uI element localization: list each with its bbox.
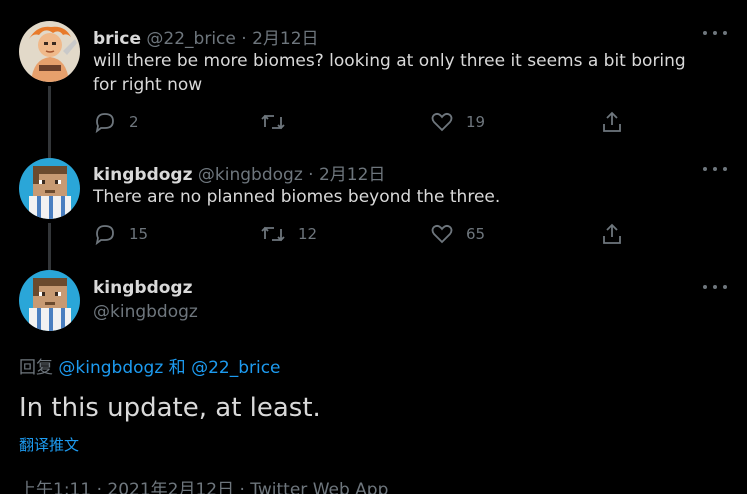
- action-bar: 15 12 65: [93, 222, 653, 246]
- tweet-header: kingbdogz @kingbdogz · 2月12日: [93, 160, 385, 185]
- share-button[interactable]: [600, 222, 624, 246]
- thread-line: [48, 223, 51, 260]
- like-icon: [431, 112, 453, 132]
- handle[interactable]: @kingbdogz: [198, 165, 303, 185]
- more-icon[interactable]: [703, 28, 727, 38]
- handle[interactable]: @kingbdogz: [93, 302, 198, 322]
- action-bar: 2 19: [93, 110, 653, 134]
- thread-line: [48, 86, 51, 150]
- avatar-kingbdogz[interactable]: [19, 270, 80, 331]
- tweet-text: There are no planned biomes beyond the t…: [93, 187, 501, 207]
- tweet-header: brice @22_brice · 2月12日: [93, 24, 319, 49]
- replying-to: 回复 @kingbdogz 和 @22_brice: [19, 353, 281, 378]
- like-button[interactable]: 19: [430, 110, 485, 134]
- like-count: 19: [466, 113, 486, 131]
- display-name[interactable]: brice: [93, 29, 141, 49]
- reply-count: 2: [129, 113, 139, 131]
- reply-button[interactable]: 2: [93, 110, 139, 134]
- reply-user-link[interactable]: @22_brice: [191, 358, 280, 378]
- like-icon: [431, 224, 453, 244]
- display-name[interactable]: kingbdogz: [93, 165, 193, 185]
- avatar-kingbdogz[interactable]: [19, 158, 80, 219]
- reply-and: 和: [168, 358, 186, 378]
- pixel-minecraft-avatar-icon: [19, 158, 80, 219]
- translate-tweet-link[interactable]: 翻译推文: [19, 434, 79, 455]
- handle[interactable]: @22_brice: [146, 29, 235, 49]
- tweet-date[interactable]: · 2月12日: [308, 165, 385, 185]
- retweet-icon: [261, 226, 285, 242]
- share-icon: [603, 111, 621, 132]
- share-icon: [603, 223, 621, 244]
- reply-user-link[interactable]: @kingbdogz: [58, 358, 163, 378]
- like-button[interactable]: 65: [430, 222, 485, 246]
- pixel-minecraft-avatar-icon: [19, 270, 80, 331]
- thread-line: [48, 150, 51, 158]
- like-count: 65: [466, 225, 486, 243]
- focus-tweet-text: In this update, at least.: [19, 393, 321, 423]
- tweet-text: will there be more biomes? looking at on…: [93, 51, 686, 95]
- reply-icon: [95, 225, 114, 246]
- reply-icon: [95, 113, 114, 134]
- more-icon[interactable]: [703, 282, 727, 292]
- display-name[interactable]: kingbdogz: [93, 278, 193, 298]
- retweet-button[interactable]: 12: [260, 222, 317, 246]
- thread-line: [48, 260, 51, 270]
- more-icon[interactable]: [703, 164, 727, 174]
- tweet-timestamp[interactable]: 上午1:11 · 2021年2月12日 · Twitter Web App: [19, 475, 388, 494]
- avatar-brice[interactable]: [19, 21, 80, 82]
- retweet-icon: [261, 114, 285, 130]
- share-button[interactable]: [600, 110, 624, 134]
- tweet-date[interactable]: · 2月12日: [241, 29, 318, 49]
- reply-prefix: 回复: [19, 358, 53, 378]
- retweet-count: 12: [298, 225, 318, 243]
- retweet-button[interactable]: [260, 110, 298, 134]
- tweet-kingbdogz-reply[interactable]: kingbdogz @kingbdogz · 2月12日 There are n…: [0, 150, 747, 260]
- tweet-brice[interactable]: brice @22_brice · 2月12日 will there be mo…: [0, 0, 747, 150]
- cartoon-character-avatar-icon: [19, 21, 80, 82]
- reply-button[interactable]: 15: [93, 222, 148, 246]
- reply-count: 15: [129, 225, 149, 243]
- tweet-thread-page: brice @22_brice · 2月12日 will there be mo…: [0, 0, 747, 494]
